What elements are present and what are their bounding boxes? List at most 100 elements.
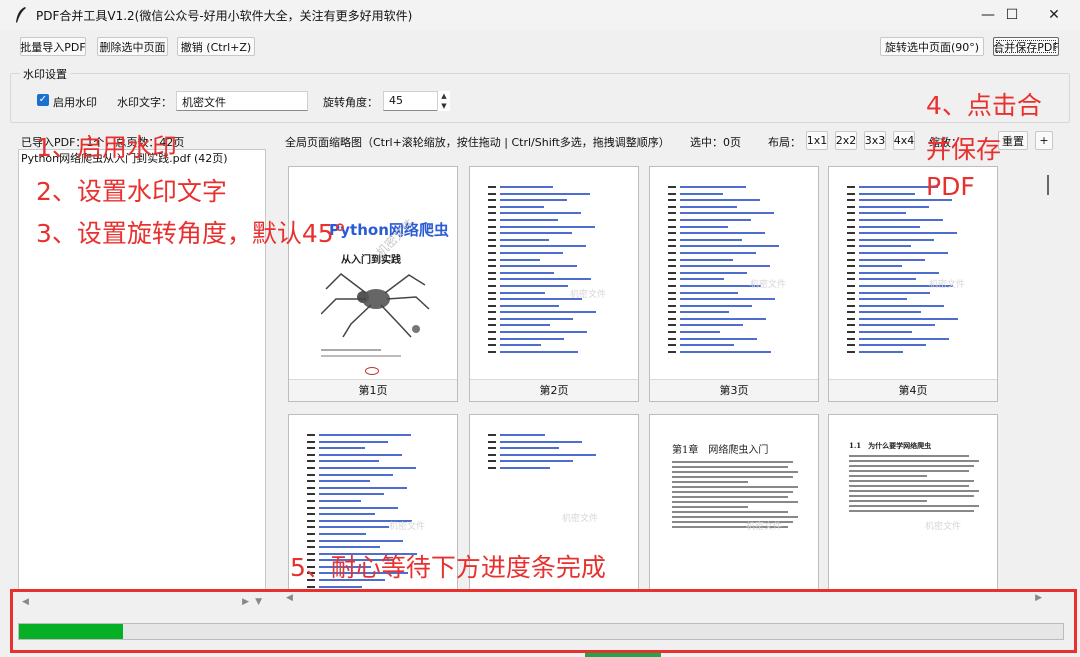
page-thumbnail[interactable]: 1.1 为什么要学网络爬虫 机密文件: [828, 414, 998, 594]
maximize-icon: ☐: [1005, 7, 1019, 23]
chapter-title: 第1章 网络爬虫入门: [672, 445, 769, 456]
annotation-step4-line1: 4、点击合: [926, 91, 1042, 120]
toc-line: [847, 337, 975, 341]
text-line: [672, 481, 748, 483]
toc-line: [668, 244, 796, 248]
toc-line: [488, 323, 616, 327]
toc-line: [307, 512, 435, 516]
feather-icon: [16, 7, 26, 23]
text-line: [849, 475, 927, 477]
toc-line: [668, 297, 796, 301]
toc-line: [847, 291, 975, 295]
close-button[interactable]: ✕: [1031, 0, 1077, 30]
undo-button[interactable]: 撤销 (Ctrl+Z): [177, 37, 255, 56]
toc-line: [847, 264, 975, 268]
selected-count: 选中：0页: [690, 136, 741, 149]
toc-line: [488, 337, 616, 341]
toc-line: [307, 453, 435, 457]
text-line: [849, 455, 969, 457]
page-label: 第3页: [650, 379, 818, 401]
toc-line: [668, 211, 796, 215]
spin-down-icon[interactable]: ▼: [438, 101, 450, 111]
cover-subtitle: 从入门到实践: [341, 255, 401, 266]
toc-line: [847, 225, 975, 229]
watermark-text-label: 水印文字：: [117, 96, 172, 109]
toc-line: [488, 192, 616, 196]
rotate-pages-button[interactable]: 旋转选中页面(90°): [880, 37, 984, 56]
angle-spinner[interactable]: ▲ ▼: [437, 91, 450, 111]
maximize-button[interactable]: ☐: [989, 0, 1035, 30]
text-line: [672, 476, 793, 478]
watermark-text-input[interactable]: 机密文件: [176, 91, 308, 111]
toc-line: [488, 238, 616, 242]
annotation-step5: 5、耐心等待下方进度条完成: [290, 553, 606, 582]
toc-line: [488, 244, 616, 248]
toc-line: [668, 238, 796, 242]
toc-line: [488, 185, 616, 189]
toc-line: [668, 323, 796, 327]
spider-illustration: [321, 273, 430, 338]
import-pdf-button[interactable]: 批量导入PDF: [20, 37, 86, 56]
layout-1x1-button[interactable]: 1x1: [806, 131, 828, 150]
toc-line: [307, 492, 435, 496]
toc-line: [668, 310, 796, 314]
text-line: [672, 511, 788, 513]
toc-line: [668, 185, 796, 189]
text-line: [672, 486, 798, 488]
toc-line: [847, 231, 975, 235]
toc-line: [488, 446, 616, 450]
toc-line: [668, 258, 796, 262]
toc-line: [488, 466, 616, 470]
merge-save-button[interactable]: 合并保存PDF: [993, 37, 1059, 56]
watermark-group-title: 水印设置: [20, 66, 70, 82]
toc-line: [488, 218, 616, 222]
page-thumbnail[interactable]: 机密文件 第3页: [649, 166, 819, 402]
page-label: 第1页: [289, 379, 457, 401]
text-line: [672, 466, 788, 468]
toc-line: [307, 433, 435, 437]
enable-watermark-checkbox[interactable]: ✓: [37, 94, 49, 106]
page-thumbnail[interactable]: Python网络爬虫 从入门到实践 机密文件 第1页: [288, 166, 458, 402]
thumbnail-grid[interactable]: Python网络爬虫 从入门到实践 机密文件 第1页 机密文件 第2页 机密文件…: [282, 156, 1046, 594]
toc-line: [847, 244, 975, 248]
layout-3x3-button[interactable]: 3x3: [864, 131, 886, 150]
layout-4x4-button[interactable]: 4x4: [893, 131, 915, 150]
page-label: 第2页: [470, 379, 638, 401]
toc-line: [307, 466, 435, 470]
text-line: [849, 500, 927, 502]
toc-line: [668, 350, 796, 354]
toc-line: [668, 225, 796, 229]
zoom-reset-button[interactable]: 重置: [998, 131, 1028, 150]
toc-line: [668, 205, 796, 209]
annotation-step1: 1、启用水印: [36, 133, 177, 162]
text-line: [849, 485, 969, 487]
toc-line: [488, 459, 616, 463]
annotation-step4-line3: PDF: [926, 172, 975, 201]
thumbnail-vscrollbar[interactable]: [1047, 175, 1049, 195]
toc-line: [307, 539, 435, 543]
toc-line: [307, 532, 435, 536]
toc-line: [668, 251, 796, 255]
toc-line: [488, 258, 616, 262]
toc-line: [488, 198, 616, 202]
title-bar: PDF合并工具V1.2(微信公众号-好用小软件大全，关注有更多好用软件) — ☐…: [0, 0, 1080, 30]
toc-line: [847, 350, 975, 354]
page-thumbnail[interactable]: 第1章 网络爬虫入门 机密文件: [649, 414, 819, 594]
book-cover: Python网络爬虫 从入门到实践 机密文件: [301, 179, 449, 375]
toc-line: [668, 317, 796, 321]
page-thumbnail[interactable]: 机密文件 第4页: [828, 166, 998, 402]
page-thumbnail[interactable]: 机密文件 第2页: [469, 166, 639, 402]
spin-up-icon[interactable]: ▲: [438, 91, 450, 101]
toc-content: [668, 185, 796, 356]
enable-watermark-label: 启用水印: [53, 96, 97, 109]
layout-2x2-button[interactable]: 2x2: [835, 131, 857, 150]
text-line: [849, 470, 969, 472]
page-watermark: 机密文件: [750, 280, 787, 290]
page-label: 第4页: [829, 379, 997, 401]
section-title: 1.1 为什么要学网络爬虫: [849, 441, 932, 450]
zoom-in-button[interactable]: +: [1035, 131, 1053, 150]
toc-line: [488, 453, 616, 457]
toc-line: [488, 277, 616, 281]
text-line: [849, 490, 979, 492]
delete-pages-button[interactable]: 删除选中页面: [97, 37, 168, 56]
